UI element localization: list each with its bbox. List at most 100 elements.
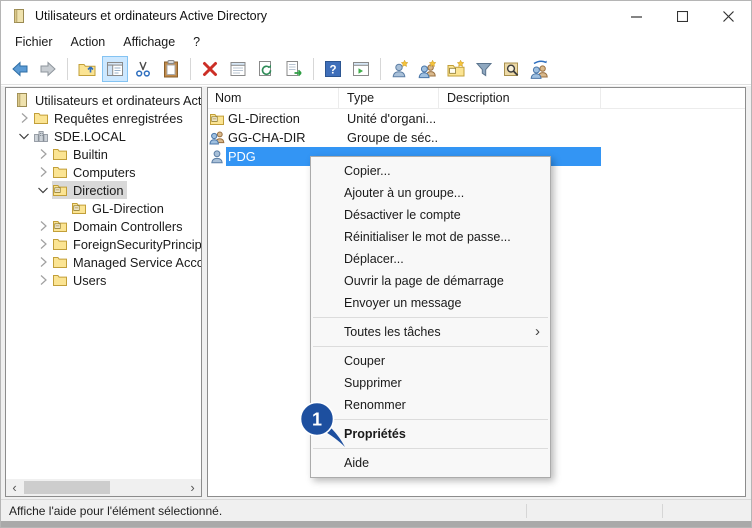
properties-button[interactable] — [225, 56, 251, 82]
scroll-right-arrow-icon[interactable]: › — [184, 479, 201, 496]
scroll-left-arrow-icon[interactable]: ‹ — [6, 479, 23, 496]
menubar-item-action[interactable]: Action — [62, 33, 115, 51]
ou-icon — [71, 200, 87, 216]
tree-item-content[interactable]: Direction — [52, 181, 127, 199]
minimize-button[interactable] — [613, 1, 659, 31]
refresh-button[interactable] — [253, 56, 279, 82]
tree-item-content[interactable]: Requêtes enregistrées — [33, 109, 186, 127]
chevron-right-icon[interactable] — [34, 236, 52, 252]
menubar-item-affichage[interactable]: Affichage — [114, 33, 184, 51]
tree: Utilisateurs et ordinateurs Active Direc… — [6, 88, 201, 289]
new-user-button[interactable] — [387, 56, 413, 82]
tree-item[interactable]: Computers — [6, 163, 201, 181]
chevron-down-icon[interactable] — [15, 128, 33, 144]
toolbar-separator — [67, 58, 68, 80]
tree-item-content[interactable]: Utilisateurs et ordinateurs Active Direc… — [14, 91, 202, 109]
list-row[interactable]: GG-CHA-DIRGroupe de séc... — [208, 128, 745, 147]
tree-item[interactable]: Domain Controllers — [6, 217, 201, 235]
tree-item-content[interactable]: Managed Service Accounts — [52, 253, 202, 271]
context-menu-item-supprimer[interactable]: Supprimer — [311, 372, 550, 394]
context-menu-item-déplacer[interactable]: Déplacer... — [311, 248, 550, 270]
list-cell-name: GG-CHA-DIR — [226, 128, 339, 147]
tree-item-content[interactable]: Users — [52, 271, 109, 289]
ou-icon — [52, 218, 68, 234]
context-menu-item-ouvrir-la-page-de-démarrage[interactable]: Ouvrir la page de démarrage — [311, 270, 550, 292]
tree-item-content[interactable]: SDE.LOCAL — [33, 127, 129, 145]
chevron-right-icon[interactable] — [15, 110, 33, 126]
folder-icon — [52, 164, 68, 180]
column-header-description[interactable]: Description — [439, 88, 601, 108]
chevron-right-icon[interactable] — [34, 146, 52, 162]
delete-icon — [200, 59, 220, 79]
list-row[interactable]: GL-DirectionUnité d'organi... — [208, 109, 745, 128]
column-header-nom[interactable]: Nom — [208, 88, 339, 108]
tree-item-content[interactable]: Computers — [52, 163, 139, 181]
toolbar-separator — [313, 58, 314, 80]
tree-item[interactable]: Users — [6, 271, 201, 289]
tree-item[interactable]: Builtin — [6, 145, 201, 163]
tree-item-label: Managed Service Accounts — [73, 255, 202, 270]
tree-item-content[interactable]: GL-Direction — [71, 199, 167, 217]
scrollbar-thumb[interactable] — [24, 481, 110, 494]
chevron-right-icon[interactable] — [34, 272, 52, 288]
new-group-button[interactable] — [415, 56, 441, 82]
change-domain-icon — [530, 59, 550, 79]
column-header-type[interactable]: Type — [339, 88, 439, 108]
tree-item-content[interactable]: ForeignSecurityPrincipals — [52, 235, 202, 253]
list-cell-description — [439, 128, 601, 147]
delete-button[interactable] — [197, 56, 223, 82]
tree-item[interactable]: Managed Service Accounts — [6, 253, 201, 271]
export-list-button[interactable] — [281, 56, 307, 82]
change-domain-button[interactable] — [527, 56, 553, 82]
console-tree-panel: Utilisateurs et ordinateurs Active Direc… — [5, 87, 202, 497]
statusbar-separator — [526, 504, 527, 518]
context-menu-item-ajouter-à-un-groupe[interactable]: Ajouter à un groupe... — [311, 182, 550, 204]
list-cell-name: GL-Direction — [226, 109, 339, 128]
tree-item-content[interactable]: Domain Controllers — [52, 217, 186, 235]
find-directory-icon — [502, 59, 522, 79]
tree-item-content[interactable]: Builtin — [52, 145, 111, 163]
context-menu-item-envoyer-un-message[interactable]: Envoyer un message — [311, 292, 550, 314]
tree-item[interactable]: Direction — [6, 181, 201, 199]
chevron-down-icon[interactable] — [34, 182, 52, 198]
forward-button[interactable] — [35, 56, 61, 82]
new-ou-button[interactable] — [443, 56, 469, 82]
ou-icon — [208, 111, 226, 127]
context-menu-item-copier[interactable]: Copier... — [311, 160, 550, 182]
tree-item-label: Direction — [73, 183, 124, 198]
menubar-item-?[interactable]: ? — [184, 33, 209, 51]
chevron-right-icon[interactable] — [34, 164, 52, 180]
context-menu-item-désactiver-le-compte[interactable]: Désactiver le compte — [311, 204, 550, 226]
tree-item-label: Computers — [73, 165, 136, 180]
back-button[interactable] — [7, 56, 33, 82]
chevron-right-icon[interactable] — [34, 254, 52, 270]
folder-icon — [52, 254, 68, 270]
maximize-button[interactable] — [659, 1, 705, 31]
window-new-button[interactable] — [348, 56, 374, 82]
tree-item-label: Users — [73, 273, 106, 288]
user-icon — [208, 149, 226, 165]
tree-item[interactable]: GL-Direction — [6, 199, 201, 217]
tree-item[interactable]: ForeignSecurityPrincipals — [6, 235, 201, 253]
context-menu-item-aide[interactable]: Aide — [311, 452, 550, 474]
tree-horizontal-scrollbar[interactable]: ‹ › — [6, 479, 201, 496]
tree-item-label: Requêtes enregistrées — [54, 111, 183, 126]
tree-item[interactable]: Utilisateurs et ordinateurs Active Direc… — [6, 91, 201, 109]
context-menu-item-toutes-les-tâches[interactable]: Toutes les tâches› — [311, 321, 550, 343]
help-button[interactable]: ? — [320, 56, 346, 82]
tree-item[interactable]: Requêtes enregistrées — [6, 109, 201, 127]
up-level-button[interactable] — [74, 56, 100, 82]
chevron-right-icon[interactable] — [34, 218, 52, 234]
cut-button[interactable] — [130, 56, 156, 82]
menubar-item-fichier[interactable]: Fichier — [6, 33, 62, 51]
window-new-icon — [351, 59, 371, 79]
console-tree-button[interactable] — [102, 56, 128, 82]
tree-item[interactable]: SDE.LOCAL — [6, 127, 201, 145]
context-menu-item-couper[interactable]: Couper — [311, 350, 550, 372]
close-button[interactable] — [705, 1, 751, 31]
paste-button[interactable] — [158, 56, 184, 82]
console-root-icon — [14, 92, 30, 108]
context-menu-item-réinitialiser-le-mot-de-passe[interactable]: Réinitialiser le mot de passe... — [311, 226, 550, 248]
find-directory-button[interactable] — [499, 56, 525, 82]
filter-button[interactable] — [471, 56, 497, 82]
